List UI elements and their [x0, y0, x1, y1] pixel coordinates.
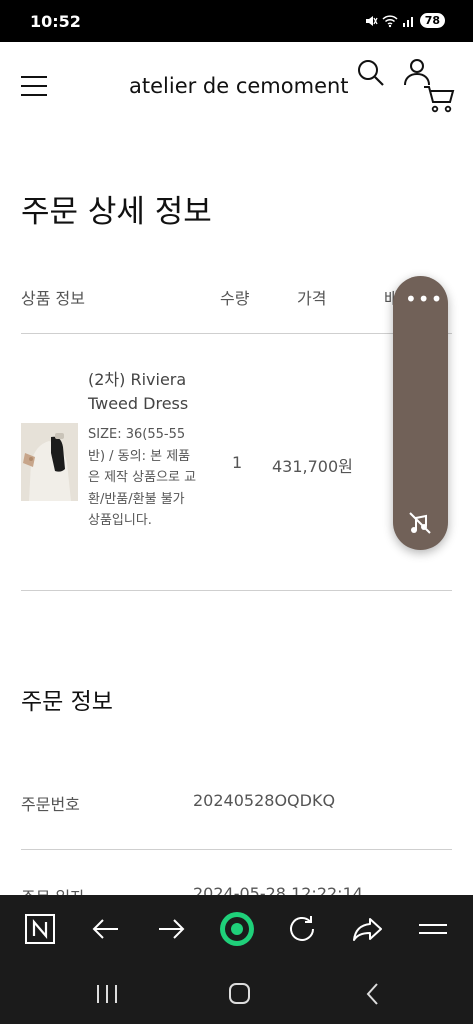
user-button[interactable]	[402, 57, 432, 87]
site-header: atelier de cemoment	[0, 42, 473, 132]
site-title[interactable]: atelier de cemoment	[129, 74, 349, 98]
signal-icon	[402, 16, 413, 27]
menu-button[interactable]	[21, 76, 47, 96]
search-icon	[358, 60, 384, 86]
product-name[interactable]: (2차) Riviera Tweed Dress	[88, 368, 203, 416]
divider	[21, 849, 452, 850]
green-dot-button[interactable]	[218, 911, 254, 947]
column-header-price: 가격	[297, 289, 327, 308]
status-bar: 10:52 78	[0, 0, 473, 42]
hamburger-icon-line	[21, 85, 47, 87]
status-time: 10:52	[30, 12, 81, 31]
green-dot-icon	[220, 912, 254, 946]
status-icons: 78	[364, 13, 445, 28]
search-button[interactable]	[356, 58, 386, 88]
reload-button[interactable]	[284, 911, 320, 947]
system-navigation-bar	[0, 963, 473, 1024]
order-info-title: 주문 정보	[21, 689, 113, 715]
forward-button[interactable]	[153, 911, 189, 947]
product-quantity: 1	[232, 453, 243, 472]
menu-lines-icon	[419, 924, 447, 934]
recent-apps-button[interactable]	[92, 981, 122, 1007]
page-title: 주문 상세 정보	[21, 194, 212, 230]
hamburger-icon	[21, 76, 47, 78]
mute-button[interactable]	[407, 510, 433, 536]
user-icon	[404, 59, 430, 86]
floating-media-panel[interactable]: •••	[393, 276, 448, 550]
share-icon	[353, 918, 382, 941]
browser-menu-button[interactable]	[415, 911, 451, 947]
wifi-icon	[382, 14, 398, 27]
column-header-product: 상품 정보	[21, 289, 85, 308]
arrow-left-icon	[92, 919, 118, 939]
battery-indicator: 78	[419, 13, 445, 28]
cart-icon	[424, 86, 455, 113]
home-icon	[229, 983, 250, 1004]
back-button[interactable]	[88, 911, 124, 947]
share-button[interactable]	[350, 911, 386, 947]
recent-apps-icon	[97, 985, 117, 1003]
product-options: SIZE: 36(55-55반) / 동의: 본 제품은 제작 상품으로 교환/…	[88, 427, 197, 528]
hamburger-icon-line	[21, 94, 47, 96]
more-icon[interactable]: •••	[405, 289, 442, 310]
order-number-label: 주문번호	[21, 795, 80, 814]
arrow-right-icon	[159, 919, 185, 939]
browser-toolbar	[0, 895, 473, 963]
home-button[interactable]	[224, 981, 254, 1007]
column-header-qty: 수량	[220, 289, 250, 308]
cart-button[interactable]	[423, 84, 455, 114]
mute-icon	[409, 512, 431, 534]
product-price: 431,700원	[272, 457, 353, 476]
naver-icon	[25, 914, 55, 944]
mute-status-icon	[365, 15, 378, 26]
product-thumbnail[interactable]	[21, 423, 78, 501]
reload-icon	[290, 916, 314, 941]
product-image	[21, 423, 78, 501]
system-back-button[interactable]	[359, 981, 389, 1007]
chevron-left-icon	[366, 983, 378, 1005]
naver-home-button[interactable]	[22, 911, 58, 947]
order-number-value: 20240528OQDKQ	[193, 791, 336, 810]
divider	[21, 590, 452, 591]
